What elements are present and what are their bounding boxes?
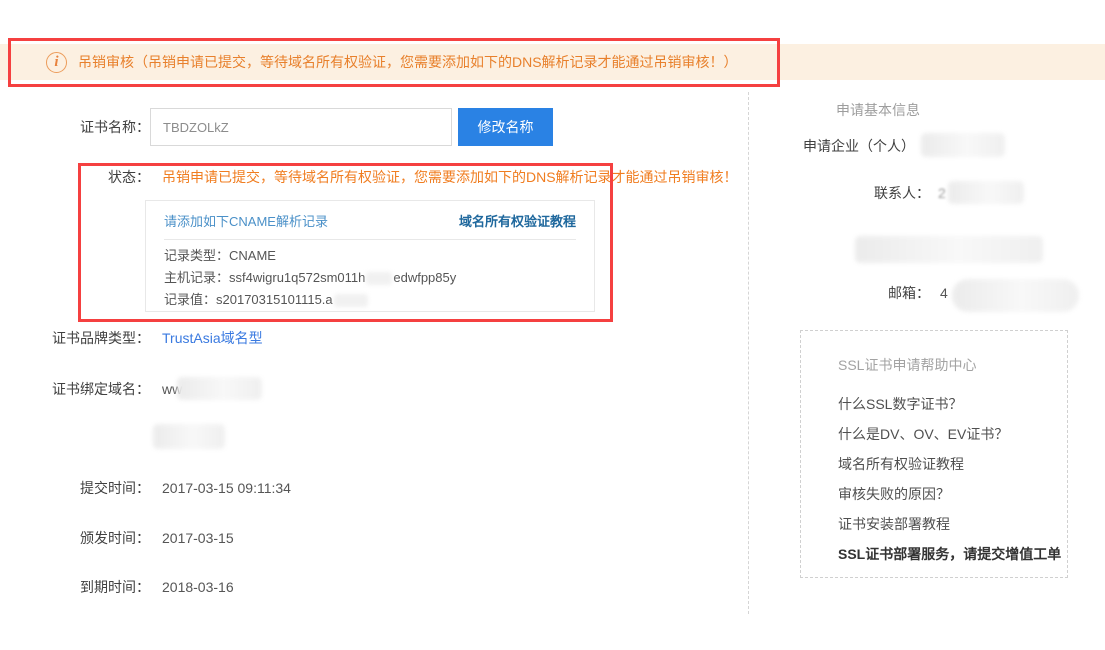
banner-text: 吊销审核（吊销申请已提交，等待域名所有权验证，您需要添加如下的DNS解析记录才能… xyxy=(78,52,738,72)
applicant-label: 申请企业（个人） xyxy=(803,136,915,156)
help-center-title: SSL证书申请帮助中心 xyxy=(838,355,1067,375)
contact-label: 联系人： xyxy=(780,183,930,203)
redacted-blur xyxy=(177,377,262,400)
help-center-box: SSL证书申请帮助中心 什么SSL数字证书？ 什么是DV、OV、EV证书？ 域名… xyxy=(800,330,1068,578)
issue-time-label: 颁发时间： xyxy=(0,528,150,548)
redacted-blur xyxy=(921,133,1005,157)
info-icon: i xyxy=(46,52,67,73)
contact-value: 2 xyxy=(938,183,946,203)
status-label: 状态： xyxy=(0,167,150,187)
issue-time-value: 2017-03-15 xyxy=(162,528,234,548)
record-type-row: 记录类型：CNAME xyxy=(164,245,576,267)
help-link-domain-verify[interactable]: 域名所有权验证教程 xyxy=(838,449,1067,479)
record-value-row: 记录值：s20170315101115.a xyxy=(164,289,576,311)
redacted-blur xyxy=(855,236,1043,263)
submit-time-value: 2017-03-15 09:11:34 xyxy=(162,478,291,498)
expire-time-label: 到期时间： xyxy=(0,577,150,597)
redacted-blur xyxy=(334,294,368,307)
cname-record-box: 请添加如下CNAME解析记录 域名所有权验证教程 记录类型：CNAME 主机记录… xyxy=(145,200,595,312)
help-link-dv-ov-ev[interactable]: 什么是DV、OV、EV证书？ xyxy=(838,419,1067,449)
revoke-review-banner: i 吊销审核（吊销申请已提交，等待域名所有权验证，您需要添加如下的DNS解析记录… xyxy=(0,44,1105,80)
help-link-review-failure[interactable]: 审核失败的原因？ xyxy=(838,479,1067,509)
submit-time-label: 提交时间： xyxy=(0,478,150,498)
help-link-what-is-ssl[interactable]: 什么SSL数字证书？ xyxy=(838,389,1067,419)
email-label: 邮箱： xyxy=(780,283,930,303)
bound-domain-label: 证书绑定域名： xyxy=(0,379,150,399)
redacted-blur xyxy=(366,272,392,285)
expire-time-value: 2018-03-16 xyxy=(162,577,234,597)
redacted-blur xyxy=(153,424,225,449)
help-link-install-deploy[interactable]: 证书安装部署教程 xyxy=(838,509,1067,539)
rename-button[interactable]: 修改名称 xyxy=(458,108,553,146)
cert-name-label: 证书名称： xyxy=(0,117,150,137)
cname-box-title[interactable]: 请添加如下CNAME解析记录 xyxy=(164,211,328,230)
status-text: 吊销申请已提交，等待域名所有权验证，您需要添加如下的DNS解析记录才能通过吊销审… xyxy=(162,167,738,187)
section-divider xyxy=(748,92,749,614)
brand-type-link[interactable]: TrustAsia域名型 xyxy=(162,328,263,348)
host-record-row: 主机记录：ssf4wigru1q572sm011hedwfpp85y xyxy=(164,267,576,289)
brand-type-label: 证书品牌类型： xyxy=(0,328,150,348)
redacted-blur xyxy=(948,181,1024,204)
cert-name-input[interactable] xyxy=(150,108,452,146)
help-link-deploy-service[interactable]: SSL证书部署服务，请提交增值工单 xyxy=(838,539,1067,569)
email-value: 4 xyxy=(940,283,948,303)
redacted-blur xyxy=(952,279,1079,312)
domain-verify-tutorial-link[interactable]: 域名所有权验证教程 xyxy=(459,211,576,230)
basic-info-title: 申请基本信息 xyxy=(836,100,920,120)
